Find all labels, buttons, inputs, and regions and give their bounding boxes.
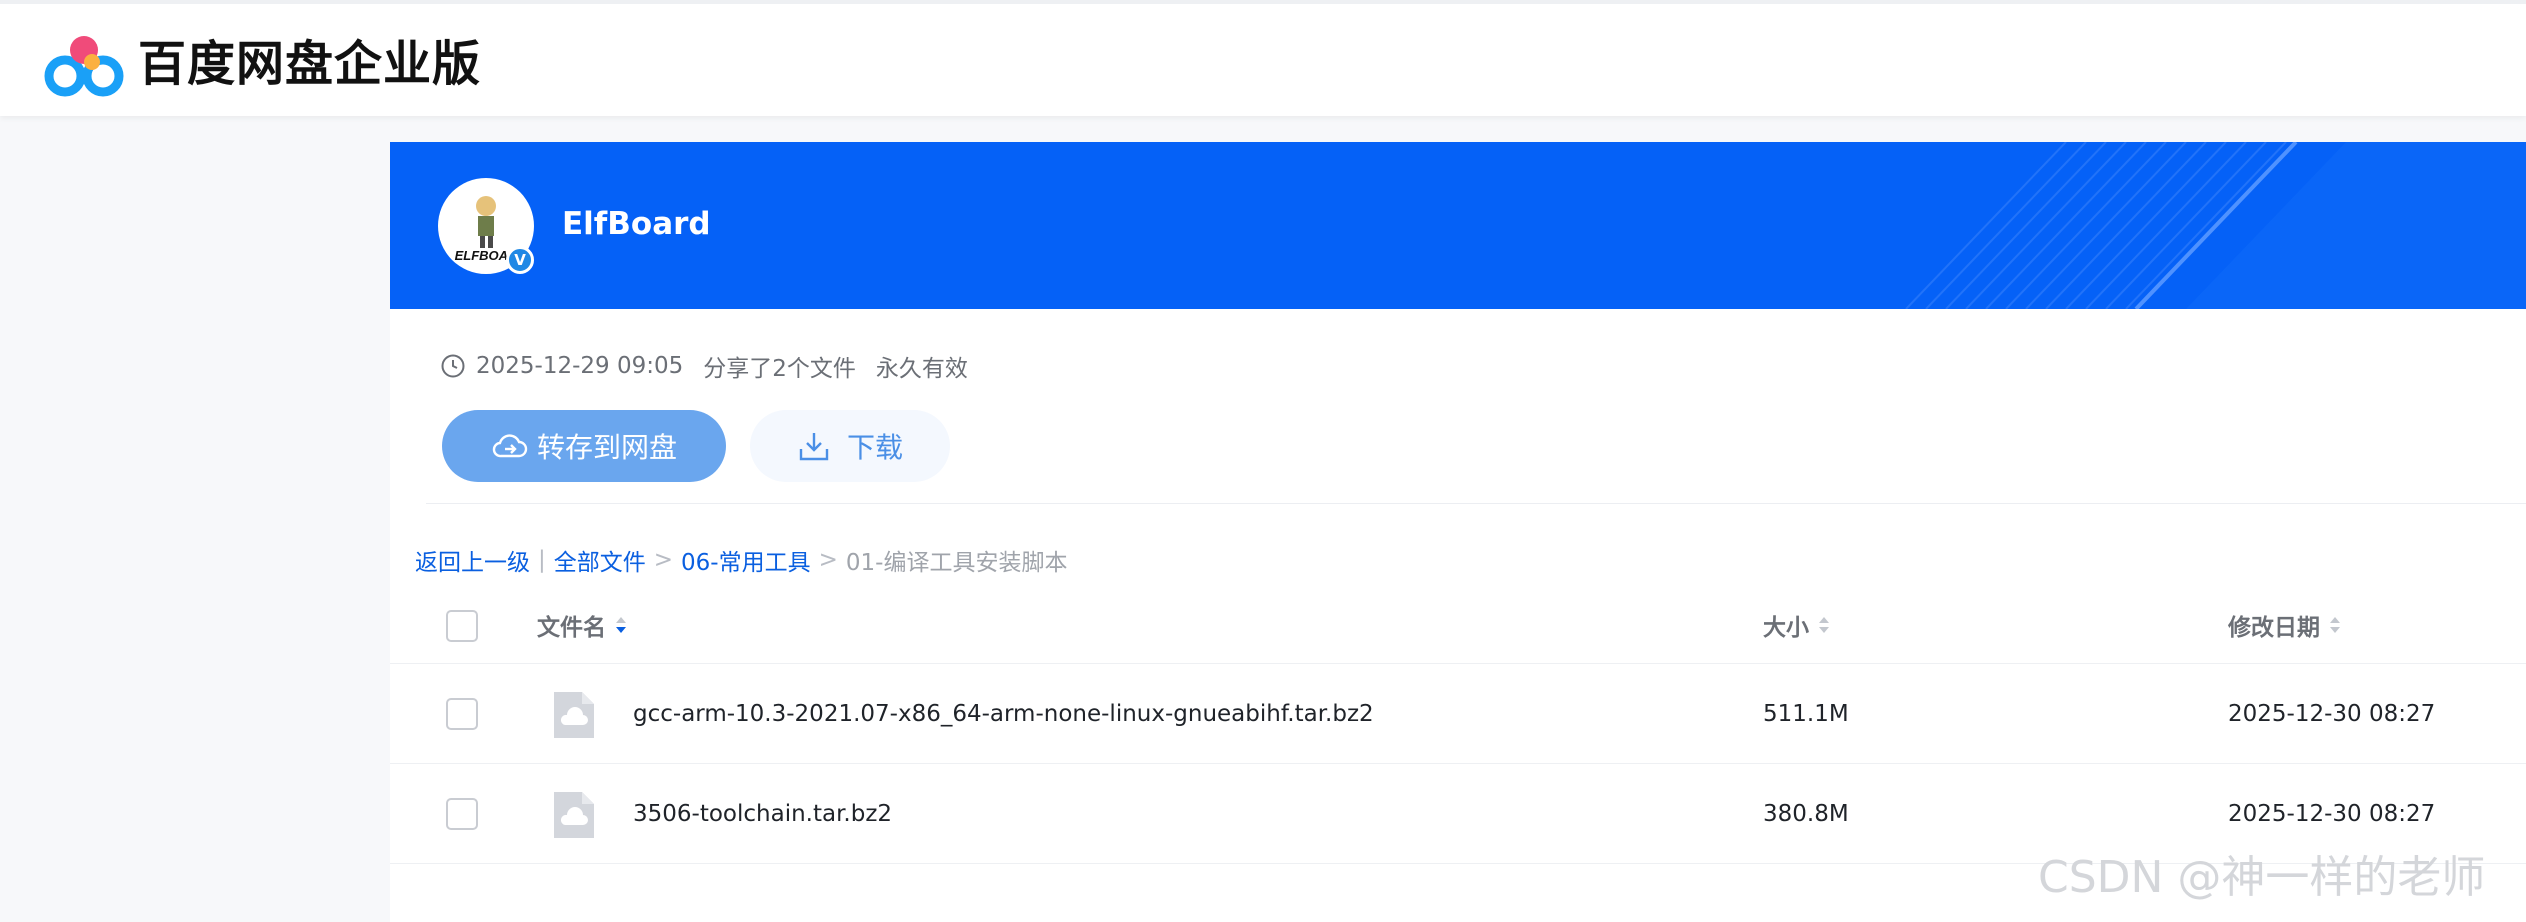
file-size: 511.1M [1763,701,1849,727]
breadcrumb-separator: > [653,547,674,573]
sort-icon [1819,617,1829,633]
breadcrumb-separator: > [818,547,838,573]
column-header-size[interactable]: 大小 [1763,608,1831,642]
cloud-upload-icon [492,434,528,458]
save-to-netdisk-button[interactable]: 转存到网盘 [442,410,726,482]
column-name-label: 文件名 [537,615,606,641]
column-date-label: 修改日期 [2228,615,2320,641]
breadcrumb-folder-tools[interactable]: 06-常用工具 [681,543,811,577]
file-modified-date: 2025-12-30 08:27 [2228,701,2436,727]
breadcrumb-all-files[interactable]: 全部文件 [554,543,646,577]
section-divider [426,503,2526,504]
share-card: ELFBOAR V ElfBoard 2025-12-29 09:05 分享了2… [390,142,2526,922]
sort-icon [616,617,626,633]
cloud-file-icon [554,792,594,838]
file-size: 380.8M [1763,801,1849,827]
brand-name[interactable]: 百度网盘企业版 [138,32,481,96]
table-row[interactable]: gcc-arm-10.3-2021.07-x86_64-arm-none-lin… [390,664,2526,764]
share-time: 2025-12-29 09:05 [476,353,684,379]
download-icon [799,433,829,461]
file-table-header: 文件名 大小 修改日期 [390,588,2526,664]
share-meta: 2025-12-29 09:05 分享了2个文件 永久有效 [440,350,968,382]
column-header-name[interactable]: 文件名 [537,608,628,642]
share-count-text: 分享了2个文件 [703,356,856,382]
breadcrumb-divider: | [538,547,546,573]
row-checkbox[interactable] [446,698,478,730]
select-all-checkbox[interactable] [446,610,478,642]
csdn-watermark: CSDN @神一样的老师 [2038,852,2486,903]
row-checkbox[interactable] [446,798,478,830]
breadcrumb-back-link[interactable]: 返回上一级 [415,543,530,577]
download-button[interactable]: 下载 [750,410,950,482]
baidu-netdisk-logo-icon[interactable] [43,30,128,98]
banner-decoration [1905,142,2526,309]
sort-icon [2330,617,2340,633]
owner-name[interactable]: ElfBoard [562,204,711,244]
file-modified-date: 2025-12-30 08:27 [2228,801,2436,827]
verified-badge: V [506,246,534,274]
share-validity: 永久有效 [875,356,968,382]
clock-icon [441,354,465,378]
breadcrumb-current-folder: 01-编译工具安装脚本 [845,550,1068,576]
download-button-label: 下载 [846,431,903,464]
table-row[interactable]: 3506-toolchain.tar.bz2 380.8M 2025-12-30… [390,764,2526,864]
cloud-file-icon [554,692,594,738]
column-header-date[interactable]: 修改日期 [2228,608,2342,642]
breadcrumb: 返回上一级 | 全部文件 > 06-常用工具 > 01-编译工具安装脚本 [415,542,1067,578]
top-bar: 百度网盘企业版 [0,0,2526,116]
share-banner: ELFBOAR V ElfBoard [390,142,2526,309]
column-size-label: 大小 [1763,615,1809,641]
file-name[interactable]: 3506-toolchain.tar.bz2 [633,796,892,832]
file-name[interactable]: gcc-arm-10.3-2021.07-x86_64-arm-none-lin… [633,696,1374,732]
save-button-label: 转存到网盘 [536,431,677,464]
